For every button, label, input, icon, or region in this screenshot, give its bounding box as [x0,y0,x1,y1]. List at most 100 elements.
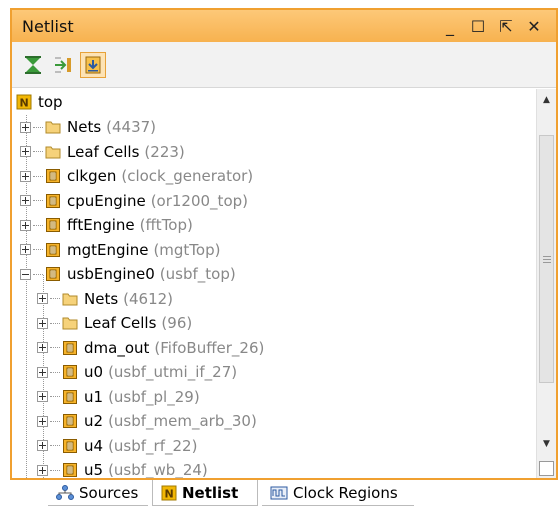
expand-plus-icon[interactable] [20,195,31,206]
expand-plus-icon[interactable] [37,415,48,427]
grip-icon [543,256,551,265]
vertical-scrollbar[interactable]: ▲ ▼ [536,89,556,478]
tree-item-label: fftEngine [67,216,135,234]
expand-plus-icon[interactable] [20,244,31,255]
scrollbar-thumb[interactable] [539,135,554,383]
expand-plus-icon[interactable] [37,293,48,304]
tree-item-label: Nets [67,118,102,136]
tree-root-top[interactable]: N top [16,90,63,114]
tree-connector [50,469,60,471]
svg-text:N: N [20,97,29,110]
netlist-icon: N [161,485,177,500]
netlist-tree[interactable]: N top Nets (4437) Leaf Cells (223) clkgen (cl… [12,89,532,478]
tree-connector [33,126,43,128]
folder-icon [62,291,78,307]
tree-item-label: u1 [84,387,104,406]
expand-plus-icon[interactable] [37,342,48,353]
cell-icon [62,389,78,405]
expand-plus-icon[interactable] [20,170,31,182]
tree-item-label: mgtEngine [67,240,149,259]
cell-icon [62,340,78,356]
netlist-root-icon: N [16,94,32,110]
tree-item-detail: (usbf_mem_arb_30) [108,412,257,430]
tree-item-row[interactable]: Nets (4612) [37,287,173,311]
tree-item-detail: (usbf_utmi_if_27) [108,363,238,381]
collapse-all-icon [25,55,41,74]
tree-connector [50,371,60,373]
tree-item-row[interactable]: mgtEngine (mgtTop) [20,238,220,262]
expand-plus-icon[interactable] [20,146,31,157]
scroll-to-selected-button[interactable] [80,51,106,78]
tree-item-row[interactable]: Nets (4437) [20,115,156,139]
tree-connector [50,298,60,299]
tab-sources[interactable]: Sources [48,480,148,506]
close-button[interactable]: ✕ [526,17,542,36]
tree-connector [33,273,43,275]
scroll-up-arrow-icon[interactable]: ▲ [537,91,556,109]
tree-connector [33,224,43,226]
tree-item-detail: (clock_generator) [121,167,254,185]
tab-netlist[interactable]: N Netlist [152,480,258,506]
tree-connector [33,200,43,201]
tree-item-row[interactable]: Leaf Cells (223) [20,140,185,164]
tab-label: Netlist [182,483,239,502]
corner-box [539,461,554,476]
tab-label: Sources [79,483,139,502]
tree-item-row[interactable]: clkgen (clock_generator) [20,164,253,188]
tree-item-row[interactable]: u5 (usbf_wb_24) [37,458,208,478]
expand-plus-icon[interactable] [37,317,48,329]
tree-item-detail: (fftTop) [139,216,193,234]
tree-item-row[interactable]: u2 (usbf_mem_arb_30) [37,409,257,433]
tree-item-detail: (usbf_rf_22) [108,436,198,455]
tree-item-detail: (usbf_pl_29) [108,387,200,406]
tree-connector [50,445,60,446]
collapse-all-button[interactable] [20,52,46,78]
expand-plus-icon[interactable] [37,391,48,402]
expand-plus-icon[interactable] [20,219,31,231]
expand-plus-icon[interactable] [37,440,48,451]
tree-connector [33,151,43,152]
collapse-minus-icon[interactable] [20,268,31,280]
cell-icon [62,364,78,380]
expand-all-icon [55,57,71,72]
tree-item-row[interactable]: u4 (usbf_rf_22) [37,434,197,458]
cell-icon [45,168,61,184]
tree-item-detail: (mgtTop) [153,240,221,259]
expand-plus-icon[interactable] [20,121,31,133]
tree-connector [50,322,60,324]
svg-text:N: N [165,487,174,500]
tree-item-row[interactable]: u0 (usbf_utmi_if_27) [37,360,237,384]
folder-icon [45,144,61,160]
tree-item-label: Nets [84,289,119,308]
tree-item-label: Leaf Cells [84,314,157,332]
minimize-button[interactable]: _ [442,17,458,36]
maximize-button[interactable]: ☐ [470,17,486,36]
title-bar: Netlist _ ☐ ⇱ ✕ [12,10,556,42]
tree-item-row[interactable]: usbEngine0 (usbf_top) [20,262,236,286]
expand-plus-icon[interactable] [37,366,48,378]
tree-item-detail: (usbf_top) [159,265,236,283]
folder-icon [45,119,61,135]
scroll-down-arrow-icon[interactable]: ▼ [537,435,556,453]
tree-item-row[interactable]: Leaf Cells (96) [37,311,192,335]
tree-item-detail: (4437) [106,118,157,136]
tree-item-row[interactable]: fftEngine (fftTop) [20,213,193,237]
cell-icon [45,193,61,209]
tree-item-label: top [38,93,63,111]
tree-item-label: usbEngine0 [67,265,155,283]
tree-connector [33,175,43,177]
expand-plus-icon[interactable] [37,464,48,476]
tree-item-detail: (223) [144,142,185,161]
cell-icon [45,266,61,282]
cell-icon [62,462,78,478]
tab-clock-regions[interactable]: Clock Regions [262,480,414,506]
tree-connector [50,420,60,422]
cell-icon [62,438,78,454]
float-button[interactable]: ⇱ [498,17,514,36]
netlist-window: Netlist _ ☐ ⇱ ✕ N top Nets (4437) Leaf C… [10,8,558,480]
tree-item-row[interactable]: u1 (usbf_pl_29) [37,385,200,409]
tree-item-row[interactable]: cpuEngine (or1200_top) [20,189,248,213]
expand-all-button[interactable] [50,52,76,78]
tree-item-row[interactable]: dma_out (FifoBuffer_26) [37,336,264,360]
panel-tabs: Sources N Netlist Clock Regions [0,480,558,508]
